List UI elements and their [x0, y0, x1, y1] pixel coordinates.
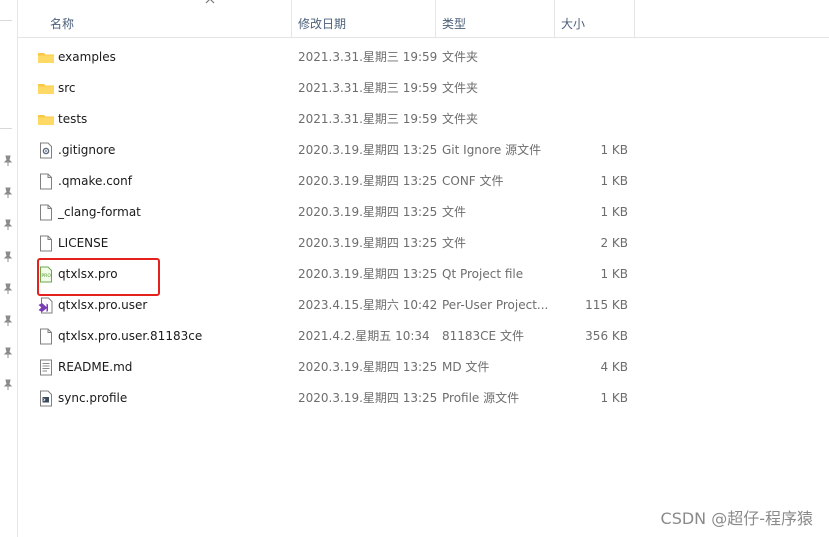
- file-date: 2020.3.19.星期四 13:25: [298, 267, 438, 281]
- file-size: 1 KB: [600, 391, 628, 405]
- file-name: README.md: [58, 360, 133, 374]
- file-row[interactable]: sync.profile 2020.3.19.星期四 13:25 Profile…: [18, 383, 829, 414]
- column-header-type[interactable]: 类型: [436, 0, 555, 38]
- file-row[interactable]: LICENSE 2020.3.19.星期四 13:25 文件 2 KB: [18, 228, 829, 259]
- file-name: .qmake.conf: [58, 174, 132, 188]
- file-type: Qt Project file: [442, 267, 524, 281]
- file-icon: [40, 328, 52, 345]
- pin-icon[interactable]: [2, 187, 14, 199]
- file-size: [558, 73, 628, 104]
- file-row[interactable]: README.md 2020.3.19.星期四 13:25 MD 文件 4 KB: [18, 352, 829, 383]
- script-file-icon: [40, 390, 52, 407]
- file-date: 2020.3.19.星期四 13:25: [298, 391, 438, 405]
- column-header-bar: 名称 修改日期 类型 大小: [18, 0, 829, 38]
- highlight-box: [37, 258, 160, 296]
- file-size: 4 KB: [600, 360, 628, 374]
- nav-divider: [0, 128, 12, 129]
- file-row[interactable]: .qmake.conf 2020.3.19.星期四 13:25 CONF 文件 …: [18, 166, 829, 197]
- nav-divider: [0, 20, 12, 21]
- file-name: _clang-format: [58, 205, 141, 219]
- file-size: 1 KB: [600, 267, 628, 281]
- pin-icon[interactable]: [2, 347, 14, 359]
- file-name: LICENSE: [58, 236, 109, 250]
- file-type: Per-User Project...: [442, 298, 549, 312]
- file-icon: [40, 173, 52, 190]
- watermark: CSDN @超仔-程序猿: [660, 509, 813, 528]
- file-type: 81183CE 文件: [442, 329, 524, 343]
- file-date: 2020.3.19.星期四 13:25: [298, 360, 438, 374]
- file-size: 1 KB: [600, 174, 628, 188]
- column-header-size-label: 大小: [561, 17, 586, 31]
- sort-ascending-icon: [205, 0, 215, 4]
- file-date: 2021.3.31.星期三 19:59: [298, 81, 438, 95]
- file-type: 文件: [442, 205, 467, 219]
- column-header-name[interactable]: 名称: [44, 0, 292, 38]
- folder-icon: [38, 84, 54, 94]
- file-name: .gitignore: [58, 143, 116, 157]
- pin-icon[interactable]: [2, 379, 14, 391]
- pin-icon[interactable]: [2, 155, 14, 167]
- file-row[interactable]: src 2021.3.31.星期三 19:59 文件夹: [18, 73, 829, 104]
- file-name: sync.profile: [58, 391, 128, 405]
- file-date: 2021.3.31.星期三 19:59: [298, 50, 438, 64]
- navigation-pane-edge: [0, 0, 18, 537]
- file-date: 2020.3.19.星期四 13:25: [298, 236, 438, 250]
- pin-icon[interactable]: [2, 315, 14, 327]
- file-type: 文件夹: [442, 112, 479, 126]
- folder-icon: [38, 115, 54, 125]
- file-icon: [40, 235, 52, 252]
- file-size: 2 KB: [600, 236, 628, 250]
- file-date: 2020.3.19.星期四 13:25: [298, 174, 438, 188]
- file-name: qtxlsx.pro.user.81183ce: [58, 329, 203, 343]
- pin-icon[interactable]: [2, 219, 14, 231]
- column-header-name-label: 名称: [50, 17, 75, 31]
- file-type: CONF 文件: [442, 174, 504, 188]
- file-date: 2020.3.19.星期四 13:25: [298, 143, 438, 157]
- file-size: [558, 104, 628, 135]
- file-date: 2021.3.31.星期三 19:59: [298, 112, 438, 126]
- vs-user-file-icon: [38, 297, 53, 314]
- file-date: 2023.4.15.星期六 10:42: [298, 298, 438, 312]
- file-size: 115 KB: [585, 298, 628, 312]
- file-icon: [40, 204, 52, 221]
- file-size: 356 KB: [585, 329, 628, 343]
- file-date: 2021.4.2.星期五 10:34: [298, 329, 430, 343]
- file-row[interactable]: .gitignore 2020.3.19.星期四 13:25 Git Ignor…: [18, 135, 829, 166]
- file-name: tests: [58, 112, 88, 126]
- file-type: Git Ignore 源文件: [442, 143, 542, 157]
- file-type: Profile 源文件: [442, 391, 520, 405]
- column-header-type-label: 类型: [442, 17, 467, 31]
- pin-icon[interactable]: [2, 251, 14, 263]
- file-size: 1 KB: [600, 205, 628, 219]
- file-size: [558, 42, 628, 73]
- file-row[interactable]: tests 2021.3.31.星期三 19:59 文件夹: [18, 104, 829, 135]
- file-size: 1 KB: [600, 143, 628, 157]
- folder-icon: [38, 53, 54, 63]
- column-header-date[interactable]: 修改日期: [292, 0, 436, 38]
- gear-file-icon: [40, 142, 52, 159]
- file-type: MD 文件: [442, 360, 490, 374]
- file-row[interactable]: examples 2021.3.31.星期三 19:59 文件夹: [18, 42, 829, 73]
- file-type: 文件夹: [442, 81, 479, 95]
- file-name: examples: [58, 50, 116, 64]
- text-file-icon: [40, 359, 52, 376]
- file-type: 文件夹: [442, 50, 479, 64]
- file-row[interactable]: _clang-format 2020.3.19.星期四 13:25 文件 1 K…: [18, 197, 829, 228]
- file-row[interactable]: qtxlsx.pro.user.81183ce 2021.4.2.星期五 10:…: [18, 321, 829, 352]
- column-header-size[interactable]: 大小: [555, 0, 635, 38]
- file-date: 2020.3.19.星期四 13:25: [298, 205, 438, 219]
- column-header-date-label: 修改日期: [298, 17, 347, 31]
- file-type: 文件: [442, 236, 467, 250]
- pin-icon[interactable]: [2, 283, 14, 295]
- file-name: src: [58, 81, 76, 95]
